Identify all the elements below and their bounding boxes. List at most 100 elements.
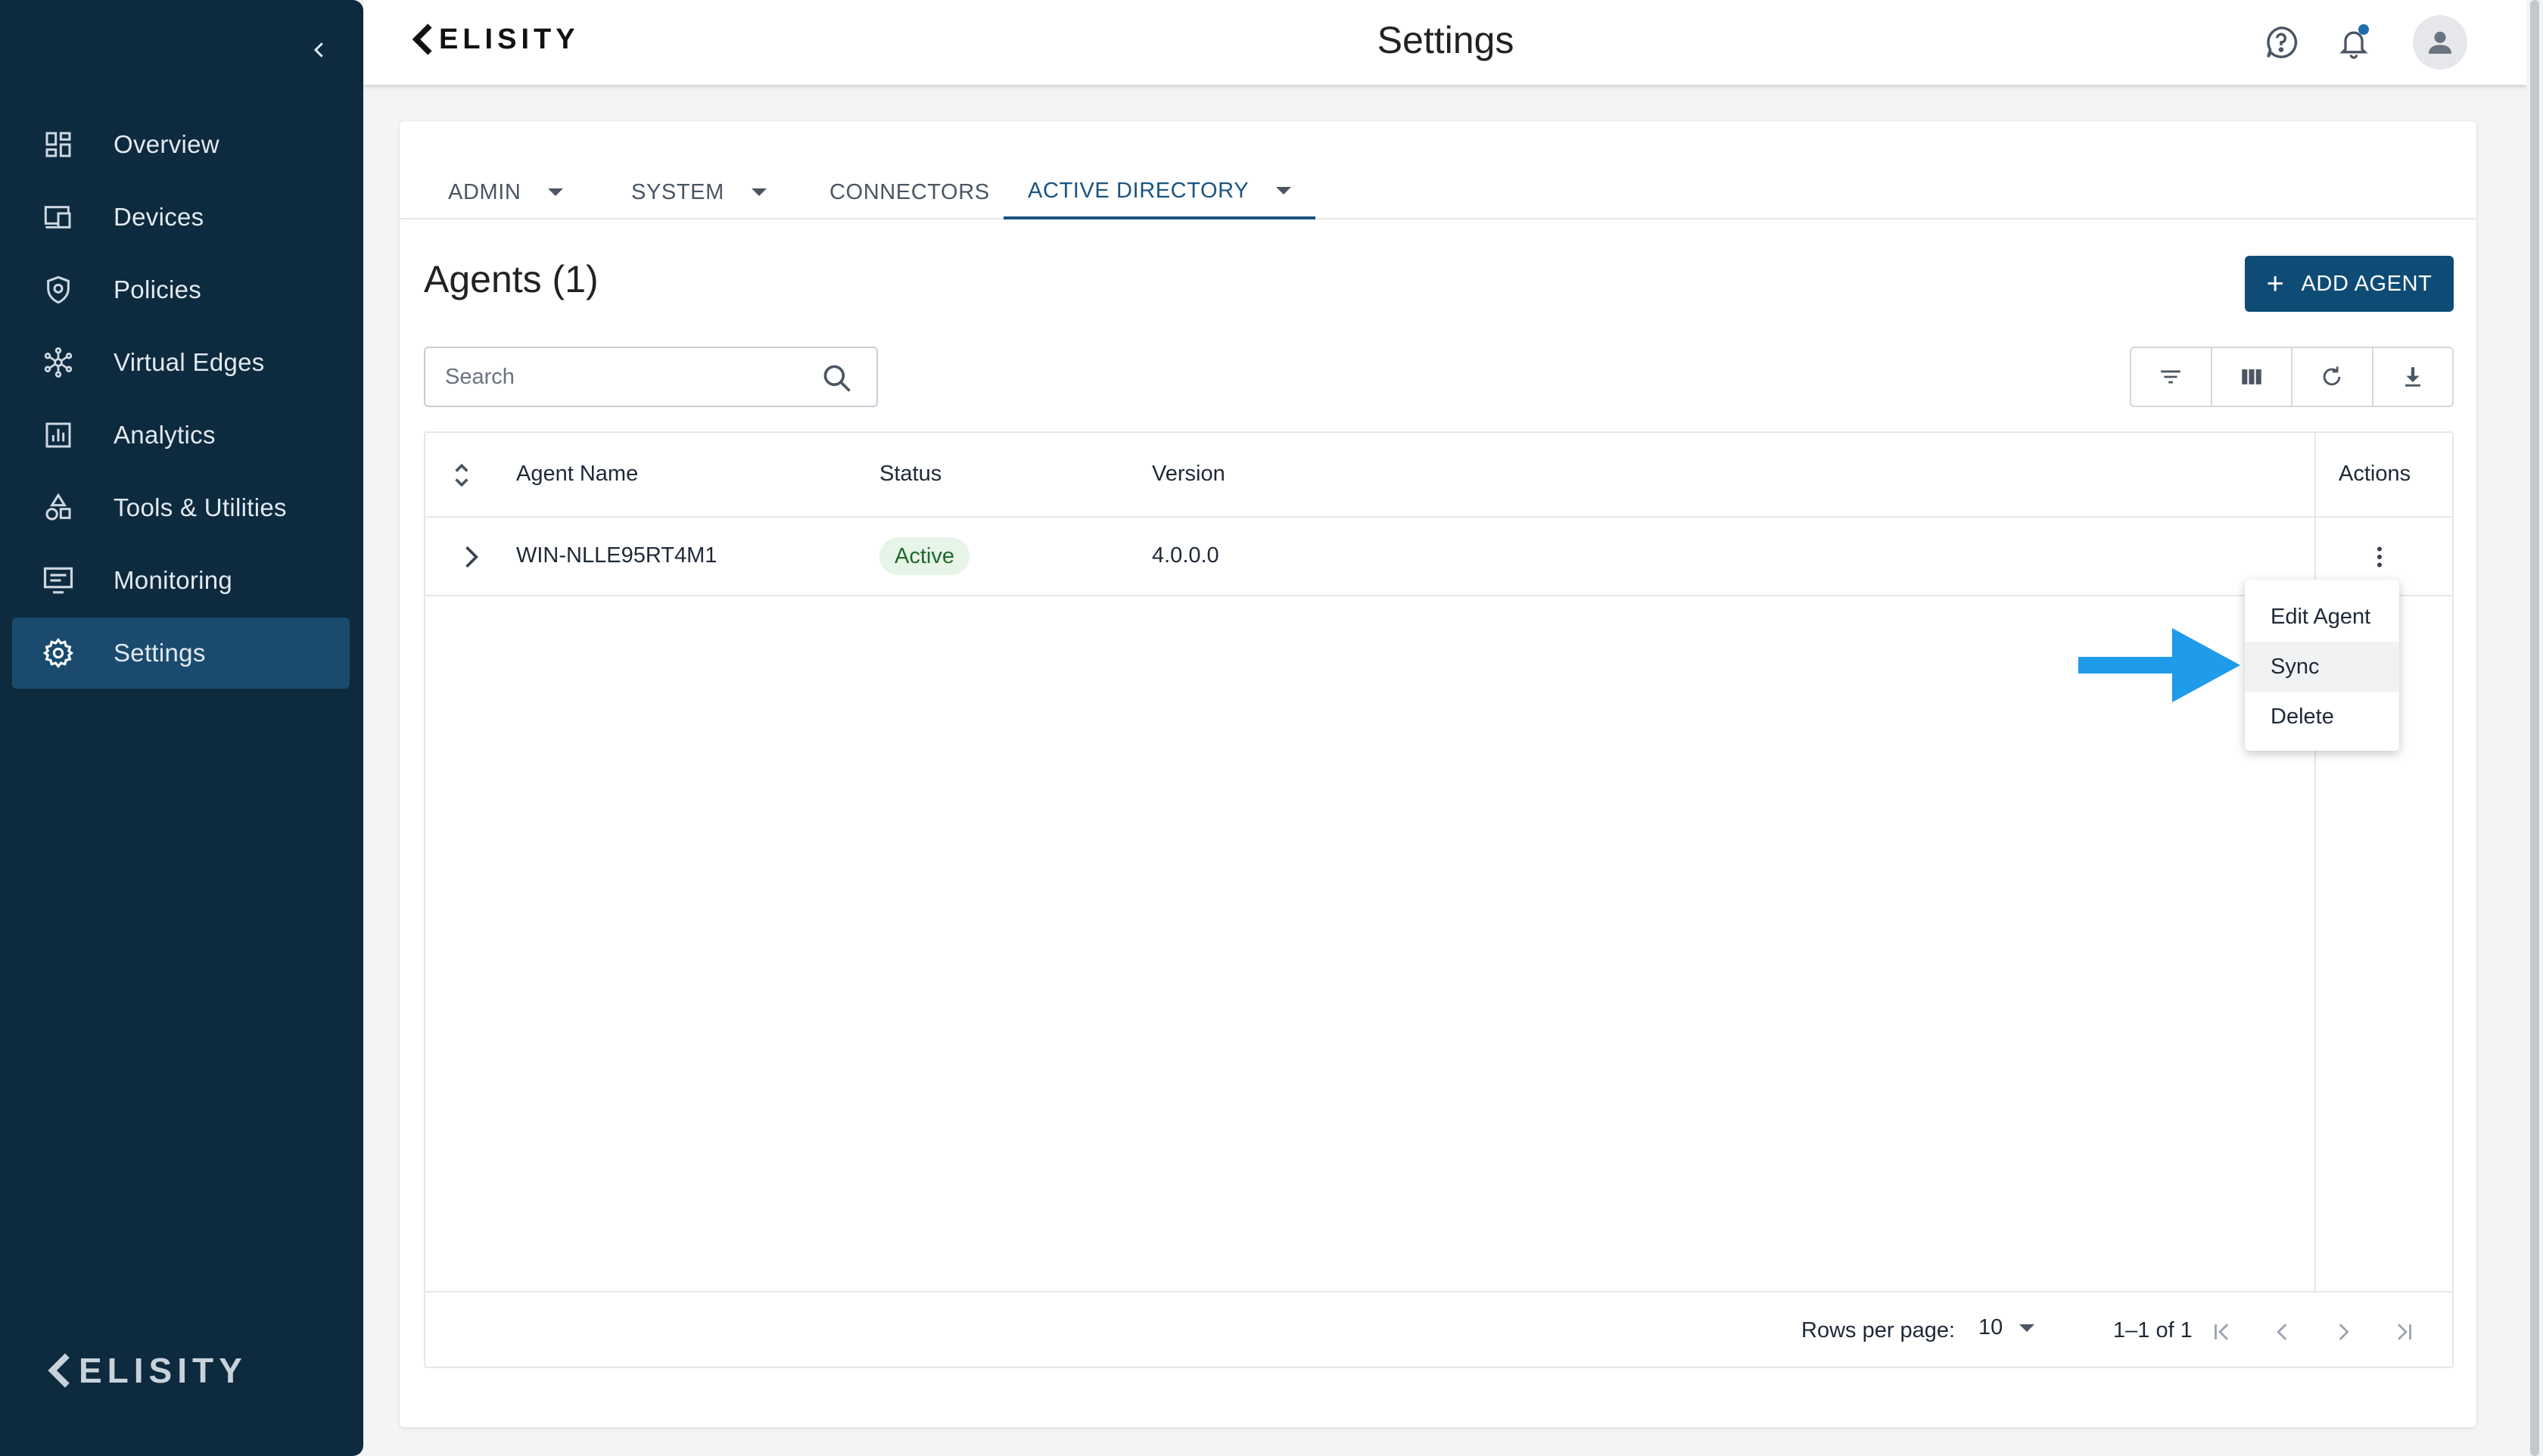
menu-item-delete[interactable]: Delete (2245, 692, 2399, 742)
rows-per-page-select[interactable]: 10 (1978, 1315, 2035, 1340)
network-hub-icon (41, 345, 76, 380)
agent-name-cell: WIN-NLLE95RT4M1 (516, 543, 717, 568)
sidebar-item-settings[interactable]: Settings (12, 618, 350, 689)
rows-per-page-value: 10 (1978, 1315, 2003, 1339)
top-header: ELISITY Settings (363, 0, 2528, 85)
column-header-agent-name[interactable]: Agent Name (516, 462, 638, 487)
elisity-logo-icon (48, 1353, 70, 1388)
chevron-left-icon (2277, 1324, 2287, 1340)
page-scrollbar[interactable] (2526, 0, 2543, 1456)
help-icon (2267, 26, 2298, 58)
user-avatar[interactable] (2413, 15, 2467, 70)
refresh-icon (2323, 366, 2341, 386)
add-agent-button[interactable]: + ADD AGENT (2245, 256, 2454, 312)
pagination-range: 1–1 of 1 (2113, 1318, 2193, 1342)
sidebar-item-label: Overview (114, 130, 219, 158)
chevron-left-icon (313, 42, 323, 58)
table-row[interactable]: WIN-NLLE95RT4M1 Active 4.0.0.0 (425, 518, 2452, 596)
sidebar-item-monitoring[interactable]: Monitoring (12, 545, 350, 616)
sidebar-item-analytics[interactable]: Analytics (12, 400, 350, 471)
analytics-chart-icon (41, 418, 76, 453)
download-button[interactable] (2373, 348, 2453, 406)
sidebar-item-policies[interactable]: Policies (12, 254, 350, 325)
menu-item-edit-agent[interactable]: Edit Agent (2245, 592, 2399, 642)
menu-item-sync[interactable]: Sync (2245, 642, 2399, 692)
tools-shapes-icon (41, 490, 76, 525)
sidebar-item-label: Virtual Edges (114, 348, 265, 376)
first-page-icon (2215, 1324, 2229, 1340)
more-vertical-icon (2377, 546, 2382, 568)
notification-dot (2358, 24, 2369, 35)
columns-icon (2242, 369, 2261, 384)
previous-page-button[interactable] (2264, 1314, 2301, 1350)
filter-icon (2161, 370, 2180, 384)
caret-down-icon (2019, 1324, 2035, 1332)
row-actions-button[interactable] (2363, 540, 2396, 574)
search-icon[interactable] (820, 362, 854, 395)
column-header-status[interactable]: Status (879, 462, 942, 487)
agents-table: Agent Name Status Version Actions WIN-NL… (424, 431, 2454, 1368)
plus-icon: + (2266, 267, 2285, 300)
last-page-icon (2397, 1324, 2411, 1340)
row-actions-menu: Edit Agent Sync Delete (2245, 580, 2399, 751)
sidebar-logo-text: ELISITY (79, 1351, 247, 1390)
tab-active-directory[interactable]: ACTIVE DIRECTORY (1004, 165, 1316, 219)
sidebar-item-label: Settings (114, 639, 206, 667)
sidebar-item-label: Policies (114, 275, 202, 303)
table-header: Agent Name Status Version Actions (425, 433, 2452, 518)
sidebar-item-label: Analytics (114, 421, 216, 449)
chevron-right-icon (2339, 1324, 2349, 1340)
sort-unfold-icon[interactable] (448, 459, 475, 492)
agents-title: Agents (1) (424, 258, 599, 300)
user-icon (2429, 31, 2451, 54)
sidebar-item-label: Devices (114, 203, 204, 231)
caret-down-icon (751, 188, 767, 196)
tab-label: ADMIN (448, 179, 521, 204)
collapse-sidebar-button[interactable] (301, 32, 338, 68)
last-page-button[interactable] (2386, 1314, 2422, 1350)
monitor-icon (41, 563, 76, 598)
tab-connectors[interactable]: CONNECTORS (830, 165, 990, 219)
refresh-button[interactable] (2292, 348, 2373, 406)
tab-label: SYSTEM (631, 179, 724, 204)
annotation-arrow-icon (2078, 628, 2240, 702)
scrollbar-thumb[interactable] (2530, 0, 2539, 1456)
sidebar-item-label: Tools & Utilities (114, 493, 287, 521)
settings-tabs: ADMIN SYSTEM CONNECTORS ACTIVE DIRECTORY (400, 121, 2476, 219)
first-page-button[interactable] (2204, 1314, 2240, 1350)
version-cell: 4.0.0.0 (1152, 543, 1219, 568)
page-title: Settings (1377, 19, 1514, 61)
table-toolbar (2130, 347, 2454, 407)
filter-button[interactable] (2131, 348, 2212, 406)
sidebar-item-label: Monitoring (114, 566, 233, 594)
dashboard-icon (41, 127, 76, 162)
devices-icon (41, 200, 76, 235)
tab-label: CONNECTORS (830, 179, 990, 204)
status-badge: Active (879, 537, 970, 575)
settings-card: ADMIN SYSTEM CONNECTORS ACTIVE DIRECTORY… (400, 121, 2476, 1427)
sidebar-item-devices[interactable]: Devices (12, 182, 350, 253)
columns-button[interactable] (2212, 348, 2292, 406)
gear-icon (41, 636, 76, 670)
chevron-right-icon[interactable] (454, 540, 487, 574)
sidebar: Overview Devices Policies Virtual Edges … (0, 0, 363, 1456)
table-pagination: Rows per page: 10 1–1 of 1 (425, 1291, 2452, 1368)
next-page-button[interactable] (2325, 1314, 2361, 1350)
sidebar-nav: Overview Devices Policies Virtual Edges … (12, 109, 350, 690)
search-input[interactable] (445, 364, 808, 390)
tab-label: ACTIVE DIRECTORY (1028, 178, 1250, 203)
caret-down-icon (1276, 187, 1292, 194)
column-header-actions: Actions (2339, 462, 2411, 486)
tab-admin[interactable]: ADMIN (448, 165, 564, 219)
sidebar-item-tools-utilities[interactable]: Tools & Utilities (12, 472, 350, 543)
sidebar-item-overview[interactable]: Overview (12, 109, 350, 180)
help-button[interactable] (2258, 20, 2304, 65)
search-box (424, 347, 878, 407)
column-header-version[interactable]: Version (1152, 462, 1225, 487)
notifications-button[interactable] (2331, 20, 2376, 65)
tab-system[interactable]: SYSTEM (631, 165, 767, 219)
sidebar-logo: ELISITY (47, 1350, 247, 1391)
sidebar-item-virtual-edges[interactable]: Virtual Edges (12, 327, 350, 398)
shield-icon (41, 272, 76, 307)
download-icon (2404, 367, 2420, 387)
